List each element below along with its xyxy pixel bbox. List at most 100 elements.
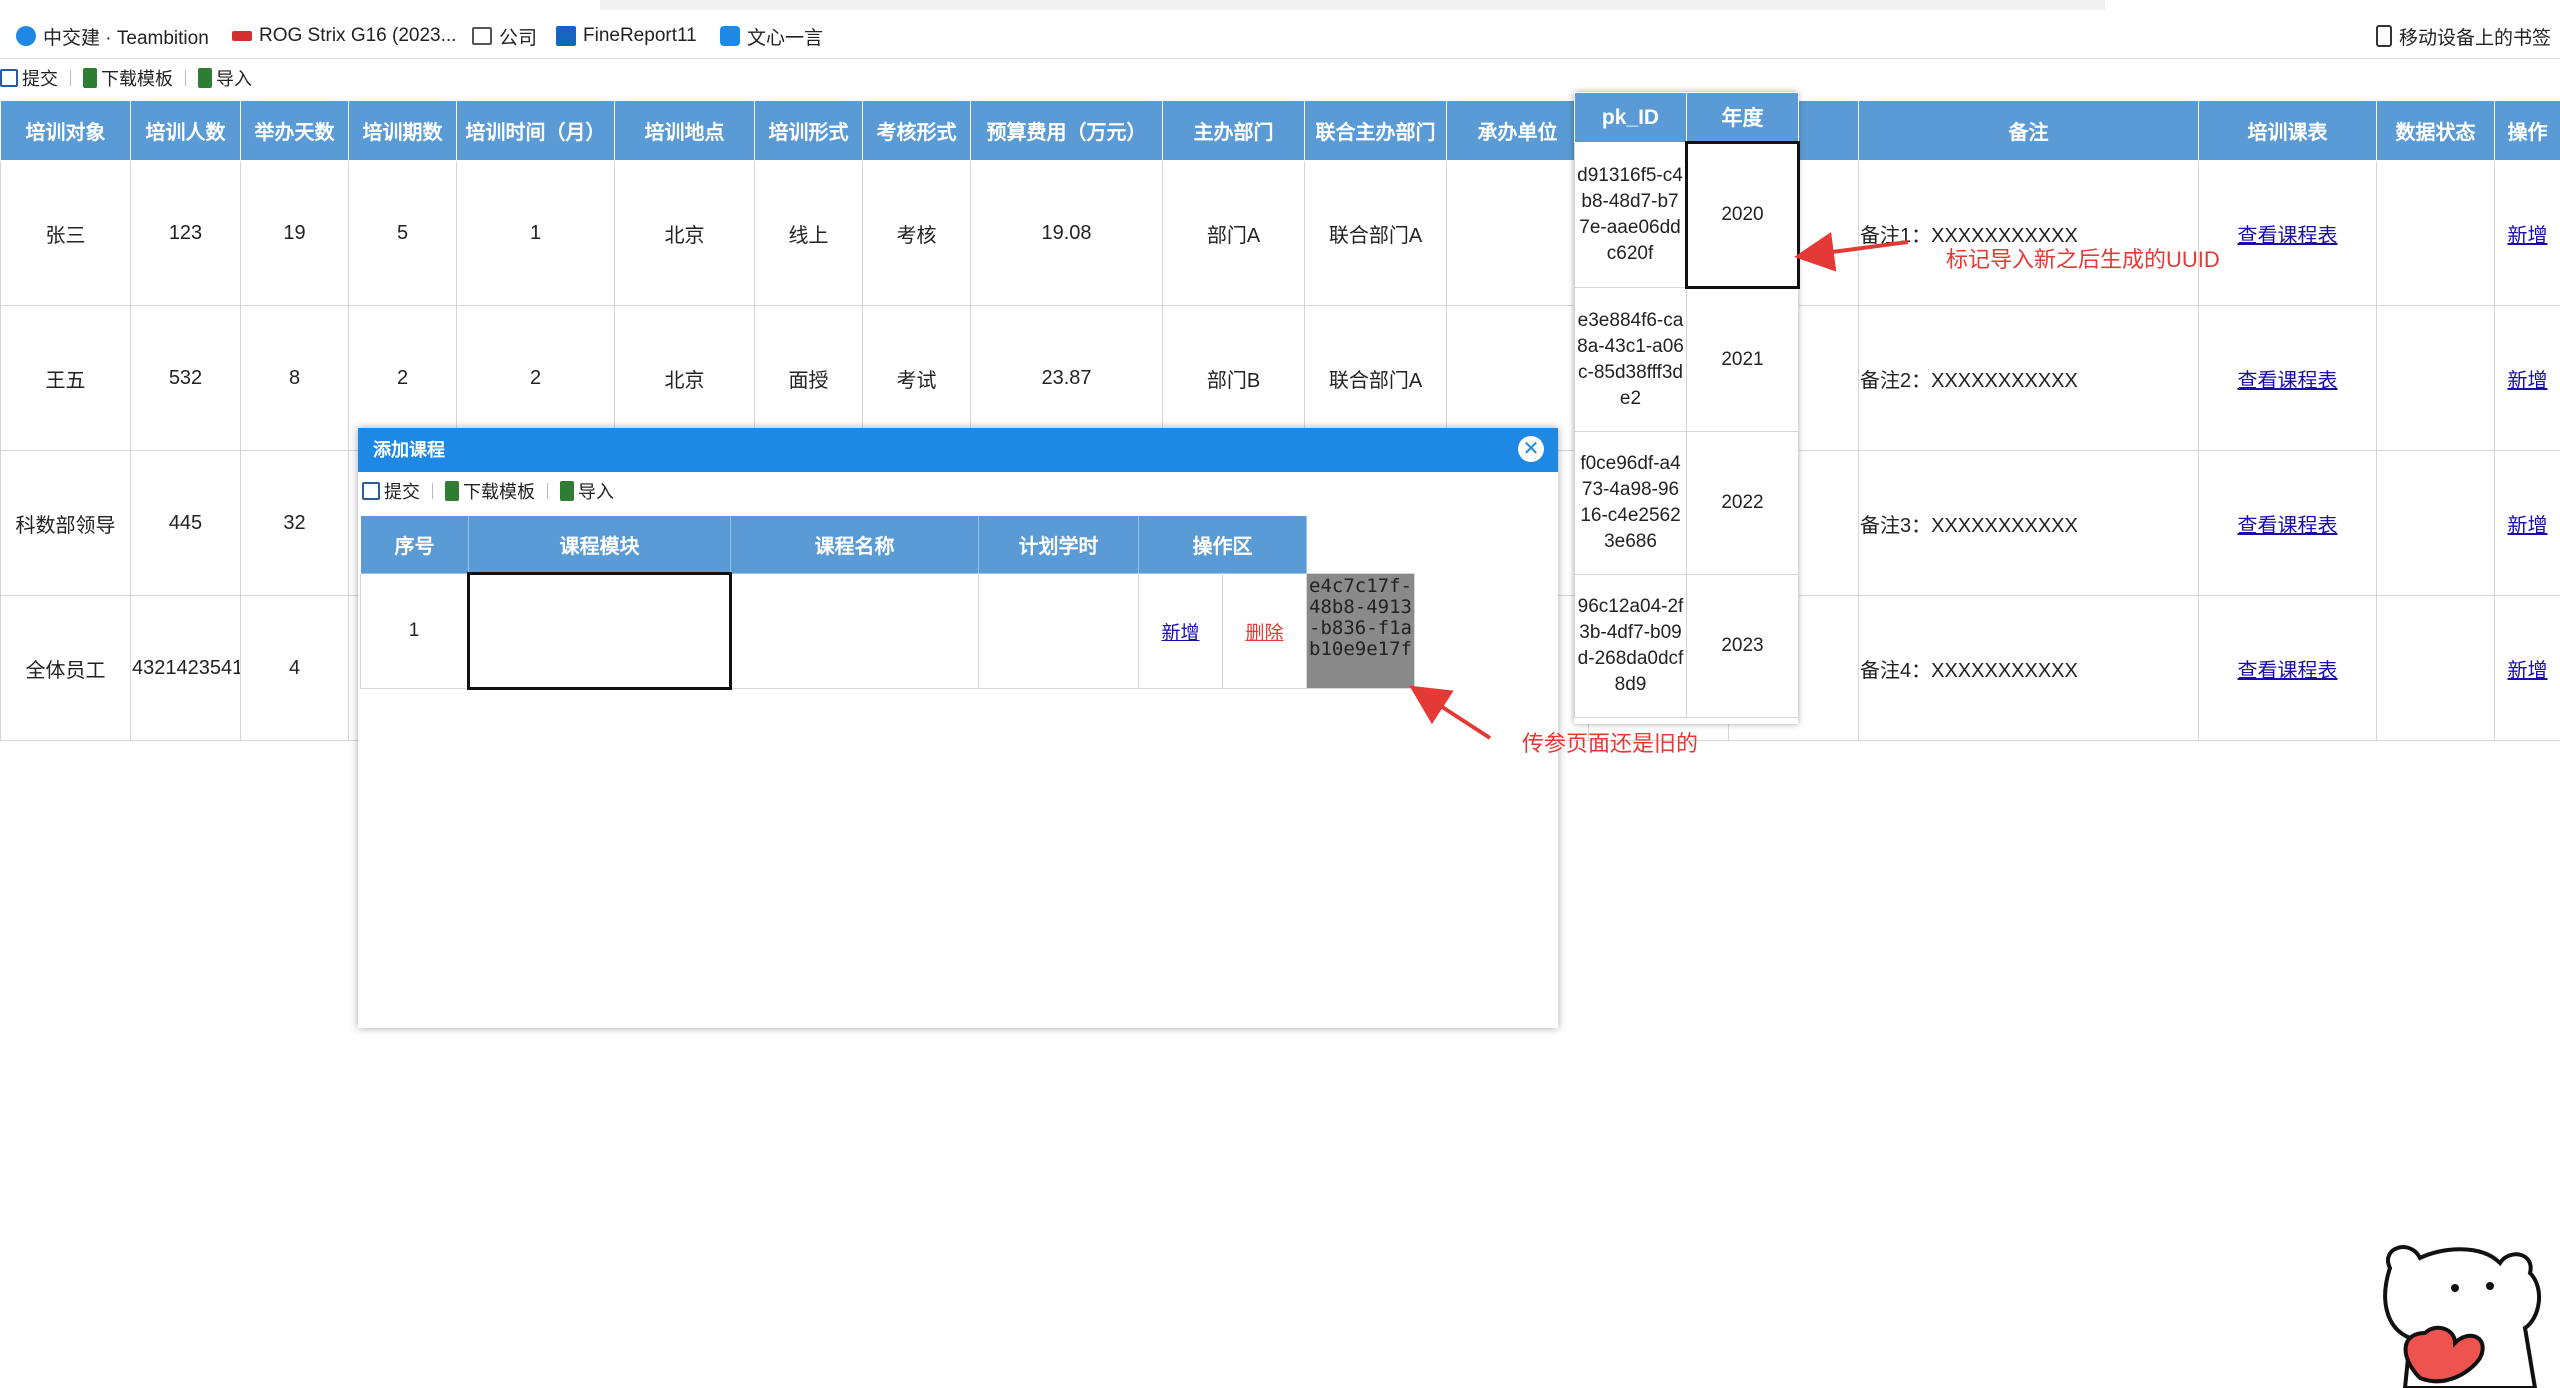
table-cell: 查看课程表 — [2198, 450, 2377, 596]
table-cell: 线上 — [754, 160, 863, 306]
bookmark-label: 中交建 · Teambition — [43, 27, 209, 49]
import-icon — [560, 481, 574, 501]
folder-icon — [472, 27, 492, 45]
excel-icon — [445, 481, 459, 501]
pk-row: d91316f5-c4b8-48d7-b77e-aae06ddc620f 202… — [1574, 141, 1800, 289]
add-link[interactable]: 新增 — [2508, 660, 2548, 682]
import-button[interactable]: 导入 — [198, 65, 252, 91]
table-cell: 备注3：XXXXXXXXXXX — [1858, 450, 2199, 596]
course-module-cell[interactable] — [467, 572, 732, 690]
col-header: 培训对象 — [0, 100, 131, 161]
table-cell: 考核 — [862, 160, 971, 306]
bookmark-label: FineReport11 — [583, 25, 697, 46]
pk-row: e3e884f6-ca8a-43c1-a06c-85d38fff3de2 202… — [1574, 287, 1799, 432]
course-name-cell[interactable] — [730, 573, 979, 689]
col-header: 培训时间（月） — [456, 100, 615, 161]
uuid-cell: e4c7c17f-48b8-4913-b836-f1ab10e9e17f — [1306, 573, 1415, 689]
add-link[interactable]: 新增 — [2508, 225, 2548, 247]
table-cell: 备注2：XXXXXXXXXXX — [1858, 305, 2199, 451]
table-cell: 备注4：XXXXXXXXXXX — [1858, 595, 2199, 741]
pk-id-panel: pk_ID 年度 d91316f5-c4b8-48d7-b77e-aae06dd… — [1574, 92, 1800, 724]
bookmark-teambition[interactable]: 中交建 · Teambition — [16, 22, 209, 50]
pk-id-cell[interactable]: e3e884f6-ca8a-43c1-a06c-85d38fff3de2 — [1574, 287, 1687, 432]
table-cell: 查看课程表 — [2198, 160, 2377, 306]
delete-link[interactable]: 删除 — [1245, 623, 1283, 644]
table-cell: 新增 — [2494, 595, 2560, 741]
pk-id-cell[interactable]: 96c12a04-2f3b-4df7-b09d-268da0dcf8d9 — [1574, 574, 1687, 718]
year-cell[interactable]: 2021 — [1686, 287, 1799, 432]
table-row: 张三1231951北京线上考核19.08部门A联合部门A/ 备注1：XXXXXXX… — [0, 160, 2560, 306]
table-cell — [2376, 595, 2495, 741]
year-cell[interactable]: 2022 — [1686, 431, 1799, 575]
table-cell: 新增 — [2494, 160, 2560, 306]
row-index: 1 — [360, 573, 469, 689]
table-cell: 王五 — [0, 305, 131, 451]
mobile-bookmarks[interactable]: 移动设备上的书签 — [2376, 22, 2551, 50]
col-header: 数据状态 — [2376, 100, 2495, 161]
excel-icon — [83, 68, 97, 88]
col-header: 预算费用（万元） — [970, 100, 1163, 161]
table-cell: 532 — [130, 305, 241, 451]
planned-hours-cell[interactable] — [978, 573, 1139, 689]
table-cell: 4321423541 — [130, 595, 241, 741]
view-schedule-link[interactable]: 查看课程表 — [2238, 515, 2338, 537]
col-header: 举办天数 — [240, 100, 349, 161]
view-schedule-link[interactable]: 查看课程表 — [2238, 370, 2338, 392]
dialog-import-button[interactable]: 导入 — [560, 478, 614, 504]
year-cell-selected[interactable]: 2020 — [1685, 141, 1800, 289]
table-cell: 32 — [240, 450, 349, 596]
delete-row-cell: 删除 — [1222, 573, 1307, 689]
download-template-button[interactable]: 下载模板 — [83, 65, 173, 91]
bear-sticker-icon — [2383, 1245, 2542, 1388]
submit-button[interactable]: 提交 — [0, 65, 58, 91]
col-header: 培训形式 — [754, 100, 863, 161]
table-cell: / — [1446, 160, 1589, 306]
blank-header — [1306, 515, 1415, 574]
bookmark-wenxin[interactable]: 文心一言 — [720, 22, 823, 50]
mobile-bookmarks-label: 移动设备上的书签 — [2399, 27, 2552, 49]
col-header: 序号 — [360, 515, 469, 574]
col-header: 培训人数 — [130, 100, 241, 161]
table-cell: 19 — [240, 160, 349, 306]
course-row: 1 新增 删除 e4c7c17f-48b8-4913-b836-f1ab10e9… — [360, 572, 1415, 690]
bookmark-label: 文心一言 — [747, 27, 824, 49]
dialog-titlebar: 添加课程 ✕ — [358, 428, 1558, 472]
mobile-icon — [2376, 25, 2392, 47]
add-link[interactable]: 新增 — [2508, 515, 2548, 537]
finereport-icon — [556, 26, 576, 46]
view-schedule-link[interactable]: 查看课程表 — [2238, 660, 2338, 682]
table-cell — [2376, 160, 2495, 306]
course-header-row: 序号 课程模块 课程名称 计划学时 操作区 — [360, 515, 1415, 574]
bookmark-label: ROG Strix G16 (2023... — [259, 25, 457, 46]
dialog-title: 添加课程 — [373, 440, 445, 460]
bookmark-folder-company[interactable]: 公司 — [472, 22, 537, 50]
separator — [432, 483, 433, 499]
bookmark-finereport[interactable]: FineReport11 — [556, 22, 697, 50]
course-table: 序号 课程模块 课程名称 计划学时 操作区 1 新增 删除 e4c7c17f-4… — [360, 515, 1415, 690]
add-course-dialog: 添加课程 ✕ 提交 下载模板 导入 序号 课程模块 课程名称 计划学时 操作区 — [358, 428, 1558, 1028]
separator — [547, 483, 548, 499]
old-page-annotation: 传参页面还是旧的 — [1522, 731, 1699, 756]
dialog-download-template-button[interactable]: 下载模板 — [445, 478, 535, 504]
year-cell[interactable]: 2023 — [1686, 574, 1799, 718]
table-cell — [2376, 305, 2495, 451]
pk-id-cell[interactable]: f0ce96df-a473-4a98-9616-c4e25623e686 — [1574, 431, 1687, 575]
pk-id-cell[interactable]: d91316f5-c4b8-48d7-b77e-aae06ddc620f — [1574, 142, 1687, 288]
add-link[interactable]: 新增 — [1161, 623, 1199, 644]
table-cell: 123 — [130, 160, 241, 306]
table-cell: 张三 — [0, 160, 131, 306]
col-header: 考核形式 — [862, 100, 971, 161]
grid-header-row: 培训对象 培训人数 举办天数 培训期数 培训时间（月） 培训地点 培训形式 考核… — [0, 100, 2560, 161]
table-cell: 联合部门A — [1304, 160, 1447, 306]
col-header: 联合主办部门 — [1304, 100, 1447, 161]
table-cell: 查看课程表 — [2198, 595, 2377, 741]
view-schedule-link[interactable]: 查看课程表 — [2238, 225, 2338, 247]
table-cell: 8 — [240, 305, 349, 451]
close-icon[interactable]: ✕ — [1518, 436, 1544, 462]
browser-top-strip — [600, 0, 2105, 10]
table-cell: 19.08 — [970, 160, 1163, 306]
dialog-submit-button[interactable]: 提交 — [362, 478, 420, 504]
add-link[interactable]: 新增 — [2508, 370, 2548, 392]
table-cell: 备注1：XXXXXXXXXXX — [1858, 160, 2199, 306]
bookmark-rog[interactable]: ROG Strix G16 (2023... — [232, 22, 456, 50]
